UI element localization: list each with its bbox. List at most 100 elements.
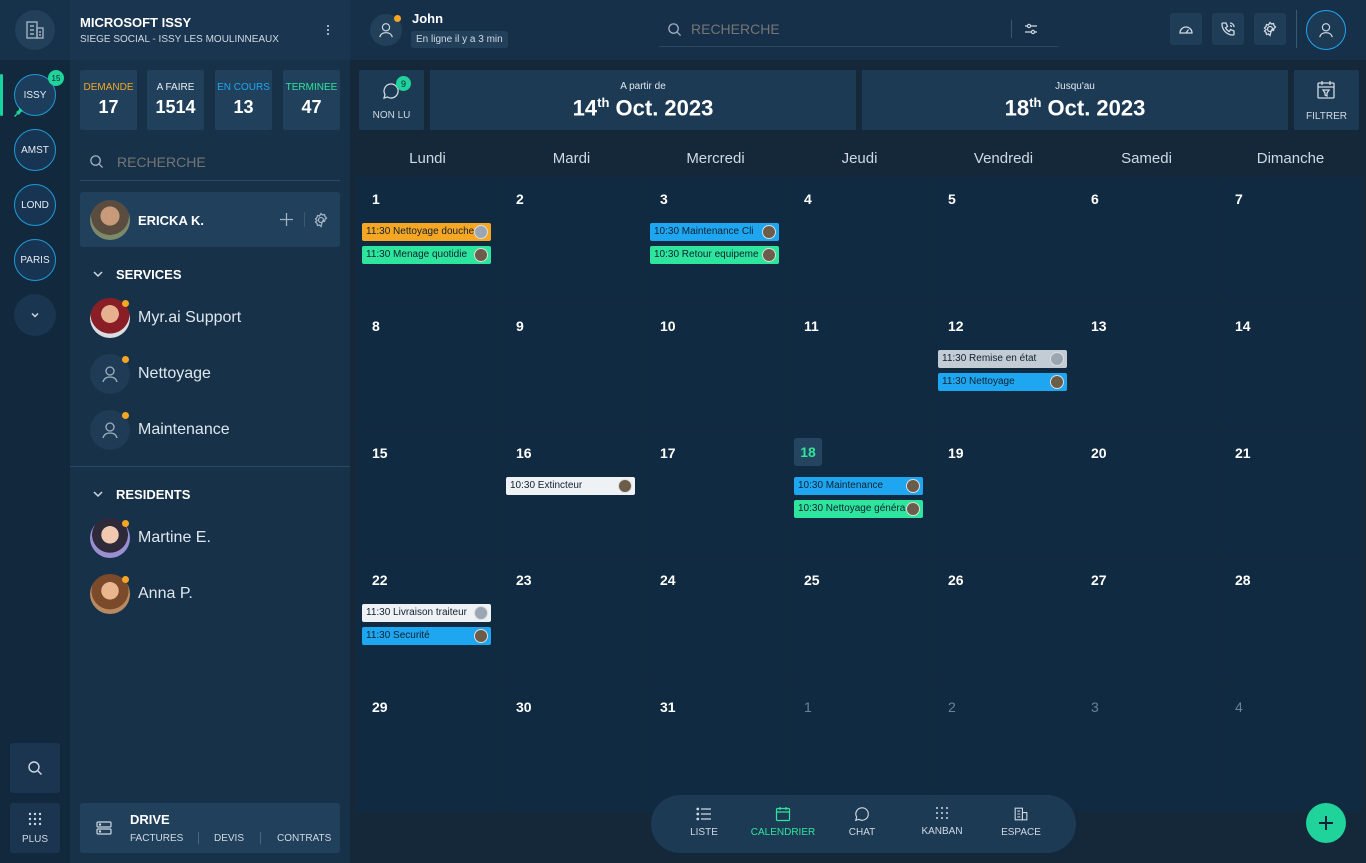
add-icon[interactable] <box>279 212 294 227</box>
site-amst[interactable]: AMST <box>14 129 56 171</box>
profile-button[interactable] <box>1306 10 1346 50</box>
calendar-event[interactable]: 10:30 Maintenance <box>794 477 923 495</box>
stat-a-faire[interactable]: A FAIRE 1514 <box>147 70 204 130</box>
service-item-maintenance[interactable]: Maintenance <box>90 410 230 450</box>
service-item-nettoyage[interactable]: Nettoyage <box>90 354 211 394</box>
calendar-event[interactable]: 11:30 Remise en état <box>938 350 1067 368</box>
resident-item-martine[interactable]: Martine E. <box>90 518 211 558</box>
calendar-event[interactable]: 10:30 Nettoyage généra <box>794 500 923 518</box>
date-number: 6 <box>1091 191 1099 207</box>
calendar-cell[interactable]: 24 <box>644 558 787 684</box>
chevron-down-icon[interactable] <box>14 294 56 336</box>
calendar-event[interactable]: 11:30 Securité <box>362 627 491 645</box>
nav-liste[interactable]: LISTE <box>664 806 744 838</box>
calendar-event[interactable]: 11:30 Nettoyage douche <box>362 223 491 241</box>
site-lond[interactable]: LOND <box>14 184 56 226</box>
date-number: 30 <box>516 699 532 715</box>
calendar-cell[interactable]: 31 <box>644 685 787 811</box>
calendar-cell[interactable]: 4 <box>788 177 931 303</box>
rail-plus-button[interactable]: PLUS <box>10 803 60 853</box>
calendar-cell[interactable]: 12 11:30 Remise en état 11:30 Nettoyage <box>932 304 1075 430</box>
calendar-cell[interactable]: 2 <box>500 177 643 303</box>
drive-link-contrats[interactable]: CONTRATS <box>277 833 331 844</box>
chevron-down-icon[interactable] <box>92 268 104 280</box>
avatar <box>474 225 488 239</box>
date-number: 31 <box>660 699 676 715</box>
calendar-cell[interactable]: 19 <box>932 431 1075 557</box>
call-button[interactable] <box>1212 13 1244 45</box>
calendar-cell[interactable]: 25 <box>788 558 931 684</box>
calendar-cell[interactable]: 18 10:30 Maintenance 10:30 Nettoyage génér… <box>788 431 931 557</box>
calendar-cell[interactable]: 26 <box>932 558 1075 684</box>
calendar-cell[interactable]: 1 11:30 Nettoyage douche 11:30 Menage quot… <box>356 177 499 303</box>
calendar-cell[interactable]: 3 <box>1075 685 1218 811</box>
calendar-event[interactable]: 11:30 Livraison traiteur <box>362 604 491 622</box>
date-to[interactable]: Jusqu'au 18th Oct. 2023 <box>862 70 1288 130</box>
nav-chat[interactable]: CHAT <box>822 806 902 838</box>
calendar-cell[interactable]: 28 <box>1219 558 1362 684</box>
rail-search-button[interactable] <box>10 743 60 793</box>
date-number: 27 <box>1091 572 1107 588</box>
calendar-cell[interactable]: 2 <box>932 685 1075 811</box>
chevron-down-icon[interactable] <box>92 488 104 500</box>
calendar-cell[interactable]: 13 <box>1075 304 1218 430</box>
nav-calendrier[interactable]: CALENDRIER <box>743 806 823 838</box>
avatar <box>906 502 920 516</box>
search-icon <box>90 155 104 169</box>
sliders-icon[interactable] <box>1024 22 1038 36</box>
site-paris[interactable]: PARIS <box>14 239 56 281</box>
calendar-cell[interactable]: 11 <box>788 304 931 430</box>
calendar-cell[interactable]: 29 <box>356 685 499 811</box>
calendar-cell[interactable]: 22 11:30 Livraison traiteur 11:30 Securité <box>356 558 499 684</box>
calendar-cell[interactable]: 1 <box>788 685 931 811</box>
calendar-cell[interactable]: 15 <box>356 431 499 557</box>
calendar-event[interactable]: 11:30 Nettoyage <box>938 373 1067 391</box>
nav-espace[interactable]: ESPACE <box>981 806 1061 838</box>
calendar-event[interactable]: 10:30 Extincteur <box>506 477 635 495</box>
add-button[interactable] <box>1306 803 1346 843</box>
unread-button[interactable] <box>359 70 424 130</box>
user-icon <box>1319 23 1333 38</box>
date-number: 26 <box>948 572 964 588</box>
calendar-event[interactable]: 11:30 Menage quotidie <box>362 246 491 264</box>
stat-en-cours[interactable]: EN COURS 13 <box>215 70 272 130</box>
resident-item-anna[interactable]: Anna P. <box>90 574 193 614</box>
top-search[interactable] <box>659 12 1058 47</box>
building-icon[interactable] <box>15 10 55 50</box>
top-search-input[interactable] <box>691 21 1011 37</box>
stat-demande[interactable]: DEMANDE 17 <box>80 70 137 130</box>
drive-link-factures[interactable]: FACTURES <box>130 833 183 844</box>
calendar-cell[interactable]: 21 <box>1219 431 1362 557</box>
calendar-event[interactable]: 10:30 Retour equipeme <box>650 246 779 264</box>
calendar-cell[interactable]: 16 10:30 Extincteur <box>500 431 643 557</box>
calendar-cell[interactable]: 20 <box>1075 431 1218 557</box>
calendar-cell[interactable]: 7 <box>1219 177 1362 303</box>
pin-icon <box>12 106 24 118</box>
settings-button[interactable] <box>1254 13 1286 45</box>
calendar-cell[interactable]: 17 <box>644 431 787 557</box>
stat-terminee[interactable]: TERMINEE 47 <box>283 70 340 130</box>
date-from[interactable]: A partir de 14th Oct. 2023 <box>430 70 856 130</box>
calendar-cell[interactable]: 14 <box>1219 304 1362 430</box>
calendar-cell[interactable]: 30 <box>500 685 643 811</box>
calendar-cell[interactable]: 5 <box>932 177 1075 303</box>
sidebar-search-input[interactable] <box>117 153 317 170</box>
more-vertical-icon[interactable] <box>324 24 332 36</box>
gear-icon[interactable] <box>313 212 329 228</box>
calendar-cell[interactable]: 6 <box>1075 177 1218 303</box>
calendar-event[interactable]: 10:30 Maintenance Cli <box>650 223 779 241</box>
dashboard-button[interactable] <box>1170 13 1202 45</box>
calendar-cell[interactable]: 23 <box>500 558 643 684</box>
status-dot <box>122 520 129 527</box>
nav-kanban[interactable]: KANBAN <box>902 806 982 837</box>
sidebar-search[interactable] <box>80 143 340 181</box>
avatar <box>474 629 488 643</box>
calendar-cell[interactable]: 4 <box>1219 685 1362 811</box>
drive-link-devis[interactable]: DEVIS <box>214 833 244 844</box>
calendar-cell[interactable]: 10 <box>644 304 787 430</box>
service-item-myrai[interactable]: Myr.ai Support <box>90 298 241 338</box>
calendar-cell[interactable]: 3 10:30 Maintenance Cli 10:30 Retour equip… <box>644 177 787 303</box>
calendar-cell[interactable]: 8 <box>356 304 499 430</box>
calendar-cell[interactable]: 27 <box>1075 558 1218 684</box>
calendar-cell[interactable]: 9 <box>500 304 643 430</box>
